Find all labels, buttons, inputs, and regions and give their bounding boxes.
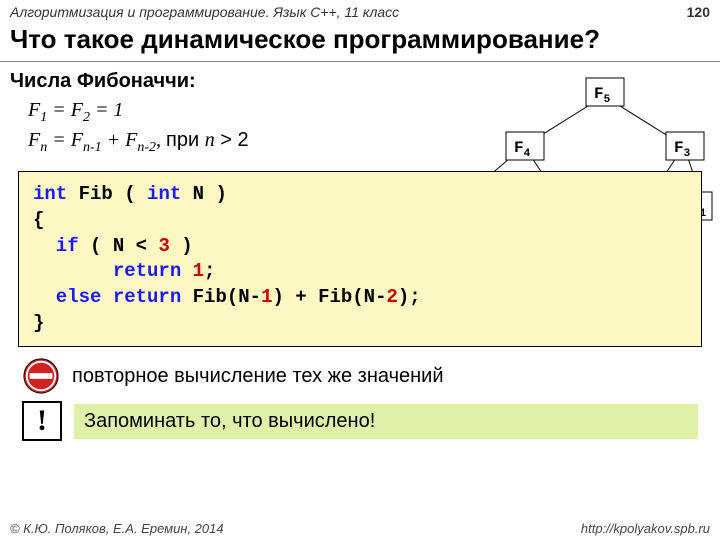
exclamation-icon: ! xyxy=(22,401,62,441)
stop-icon xyxy=(22,357,60,395)
warning-text-2: Запоминать то, что вычислено! xyxy=(74,404,698,439)
code-block: int Fib ( int N ) { if ( N < 3 ) return … xyxy=(18,171,702,347)
page-number: 120 xyxy=(687,4,710,20)
page-title: Что такое динамическое программирование? xyxy=(0,22,720,62)
warning-text-1: повторное вычисление тех же значений xyxy=(72,365,444,388)
copyright: © К.Ю. Поляков, Е.А. Еремин, 2014 xyxy=(10,521,224,536)
course-label: Алгоритмизация и программирование. Язык … xyxy=(10,4,399,20)
footer-url: http://kpolyakov.spb.ru xyxy=(581,521,710,536)
